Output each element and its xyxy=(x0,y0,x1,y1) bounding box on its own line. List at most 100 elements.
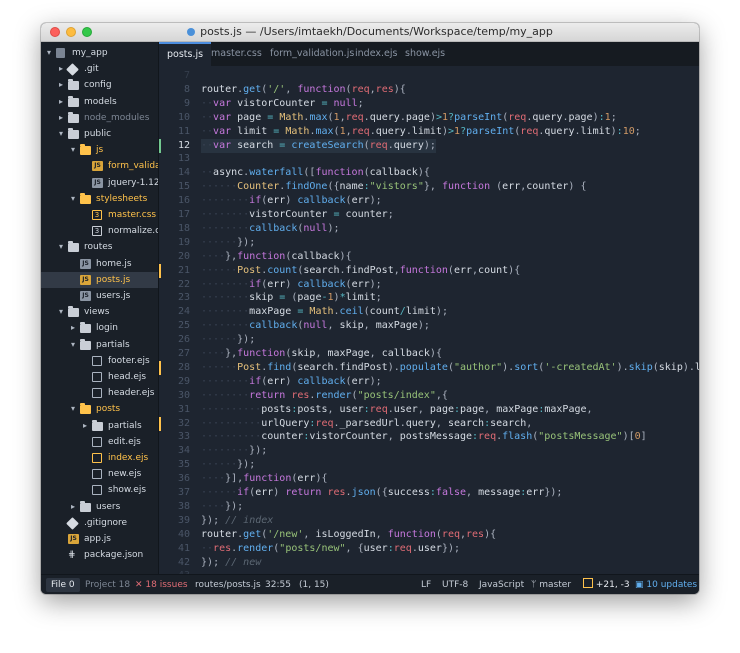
tree-item[interactable]: head.ejs xyxy=(41,369,158,385)
branch-indicator[interactable]: ᛘ master xyxy=(531,575,571,594)
chevron-down-icon[interactable]: ▾ xyxy=(57,304,65,320)
grammar-selector[interactable]: JavaScript xyxy=(479,575,524,594)
tree-item[interactable]: ⋕ package.json xyxy=(41,547,158,563)
chevron-right-icon[interactable]: ▸ xyxy=(57,61,65,77)
code-line[interactable]: ········maxPage = Math.ceil(count/limit)… xyxy=(201,305,448,319)
chevron-right-icon[interactable]: ▸ xyxy=(81,418,89,434)
chevron-right-icon[interactable]: ▸ xyxy=(69,499,77,515)
tree-item[interactable]: JS jquery-1.12.3.min.js xyxy=(41,175,158,191)
chevron-down-icon[interactable]: ▾ xyxy=(69,191,77,207)
code-line[interactable]: ······Counter.findOne({name:"vistors"}, … xyxy=(201,180,587,194)
code-line[interactable]: ··async.waterfall([function(callback){ xyxy=(201,166,430,180)
tree-item[interactable]: 3 master.css xyxy=(41,207,158,223)
tree-item[interactable]: ▸ login xyxy=(41,320,158,336)
code-line[interactable]: ··········posts:posts, user:req.user, pa… xyxy=(201,403,593,417)
code-line[interactable]: ······}); xyxy=(201,236,255,250)
code-editor[interactable]: 7 8 9 10 11 12 13 14 15 16 17 18 19 20 21 22 23 24 25 26 27 2… xyxy=(159,66,699,574)
code-line[interactable]: router.get('/', function(req,res){ xyxy=(201,83,406,97)
tree-item[interactable]: ▾ stylesheets xyxy=(41,191,158,207)
tree-item[interactable]: ▾ views xyxy=(41,304,158,320)
code-line[interactable]: ··var vistorCounter = null; xyxy=(201,97,364,111)
line-number: 42 xyxy=(177,556,190,568)
encoding-selector[interactable]: UTF-8 xyxy=(442,575,468,594)
tree-item[interactable]: ▸ node_modules xyxy=(41,110,158,126)
tree-item[interactable]: new.ejs xyxy=(41,466,158,482)
editor-tab[interactable]: show.ejs xyxy=(397,42,453,66)
tree-item[interactable]: show.ejs xyxy=(41,482,158,498)
tree-item[interactable]: ▾ partials xyxy=(41,337,158,353)
chevron-down-icon[interactable]: ▾ xyxy=(69,337,77,353)
code-line[interactable]: ········if(err) callback(err); xyxy=(201,278,382,292)
code-line[interactable]: ······Post.find(search.findPost).populat… xyxy=(201,361,699,375)
code-line[interactable]: ········if(err) callback(err); xyxy=(201,375,382,389)
code-line[interactable]: ······Post.count(search.findPost,functio… xyxy=(201,264,520,278)
code-line[interactable]: }); // index xyxy=(201,514,273,528)
code-line[interactable]: ······if(err) return res.json({success:f… xyxy=(201,486,562,500)
code-line[interactable]: ··var search = createSearch(req.query); xyxy=(201,138,436,153)
tree-item[interactable]: index.ejs xyxy=(41,450,158,466)
tree-item[interactable]: edit.ejs xyxy=(41,434,158,450)
tree-item[interactable]: footer.ejs xyxy=(41,353,158,369)
code-line[interactable]: ········skip = (page-1)*limit; xyxy=(201,291,382,305)
file-path[interactable]: routes/posts.js xyxy=(195,575,261,594)
code-line[interactable]: ········if(err) callback(err); xyxy=(201,194,382,208)
line-number: 12 xyxy=(177,139,190,151)
chevron-down-icon[interactable]: ▾ xyxy=(57,126,65,142)
chevron-right-icon[interactable]: ▸ xyxy=(69,320,77,336)
code-line[interactable]: }); // new xyxy=(201,556,261,570)
code-line[interactable]: ······}); xyxy=(201,333,255,347)
code-line[interactable]: ····}); xyxy=(201,500,243,514)
code-line[interactable]: ······}); xyxy=(201,458,255,472)
project-tab[interactable]: Project 18 xyxy=(85,575,130,594)
tree-item[interactable]: .gitignore xyxy=(41,515,158,531)
code-line[interactable]: ··res.render("posts/new", {user:req.user… xyxy=(201,542,460,556)
code-line[interactable]: ····},function(skip, maxPage, callback){ xyxy=(201,347,442,361)
tree-item[interactable]: ▾ public xyxy=(41,126,158,142)
code-line[interactable]: ········return res.render("posts/index",… xyxy=(201,389,448,403)
tree-item[interactable]: 3 normalize.css xyxy=(41,223,158,239)
tree-item[interactable]: JS posts.js xyxy=(41,271,158,288)
code-line[interactable]: ··········urlQuery:req._parsedUrl.query,… xyxy=(201,417,532,431)
code-line[interactable]: ··var limit = Math.max(1,req.query.limit… xyxy=(201,125,641,139)
chevron-down-icon[interactable]: ▾ xyxy=(45,45,53,61)
tree-item[interactable]: JS form_validation.js xyxy=(41,158,158,174)
code-line[interactable]: ··var page = Math.max(1,req.query.page)>… xyxy=(201,111,617,125)
tree-item[interactable]: ▾ routes xyxy=(41,239,158,255)
code-line[interactable]: router.get('/new', isLoggedIn, function(… xyxy=(201,528,496,542)
tree-item[interactable]: ▸ config xyxy=(41,77,158,93)
issues-indicator[interactable]: ✕ 18 issues xyxy=(135,575,188,594)
updates-indicator[interactable]: ▣ 10 updates xyxy=(635,575,697,594)
editor-tab[interactable]: master.css xyxy=(203,42,270,66)
tree-item[interactable]: JS app.js xyxy=(41,531,158,547)
chevron-right-icon[interactable]: ▸ xyxy=(57,94,65,110)
git-diff-stats[interactable]: +21, -3 xyxy=(583,575,630,594)
tree-item[interactable]: ▾ my_app xyxy=(41,45,158,61)
tree-item[interactable]: JS home.js xyxy=(41,256,158,272)
code-line[interactable]: ····}],function(err){ xyxy=(201,472,328,486)
tree-item[interactable]: ▸ partials xyxy=(41,418,158,434)
tree-item[interactable]: ▸ models xyxy=(41,94,158,110)
code-line[interactable]: ········vistorCounter = counter; xyxy=(201,208,394,222)
tree-item-label: edit.ejs xyxy=(108,436,141,447)
tree-item[interactable]: JS users.js xyxy=(41,288,158,304)
chevron-right-icon[interactable]: ▸ xyxy=(57,110,65,126)
chevron-right-icon[interactable]: ▸ xyxy=(57,77,65,93)
tree-item-label: .gitignore xyxy=(84,517,128,528)
code-line[interactable]: ········callback(null); xyxy=(201,222,340,236)
code-line[interactable]: ····},function(callback){ xyxy=(201,250,352,264)
chevron-down-icon[interactable]: ▾ xyxy=(69,401,77,417)
line-ending-selector[interactable]: LF xyxy=(421,575,431,594)
code-line[interactable]: ··········counter:vistorCounter, postsMe… xyxy=(201,430,647,444)
tree-item[interactable]: ▸ .git xyxy=(41,61,158,77)
tree-item[interactable]: ▾ js xyxy=(41,142,158,158)
chevron-down-icon[interactable]: ▾ xyxy=(57,239,65,255)
chevron-down-icon[interactable]: ▾ xyxy=(69,142,77,158)
tree-item[interactable]: ▸ users xyxy=(41,499,158,515)
project-tree[interactable]: ▾ my_app ▸ .git ▸ config ▸ models ▸ node_modules ▾… xyxy=(41,42,159,574)
file-tab[interactable]: File 0 xyxy=(46,578,80,592)
tree-item[interactable]: header.ejs xyxy=(41,385,158,401)
cursor-position[interactable]: 32:55 xyxy=(265,575,291,594)
code-line[interactable]: ········callback(null, skip, maxPage); xyxy=(201,319,430,333)
code-line[interactable]: ········}); xyxy=(201,444,267,458)
tree-item[interactable]: ▾ posts xyxy=(41,401,158,417)
